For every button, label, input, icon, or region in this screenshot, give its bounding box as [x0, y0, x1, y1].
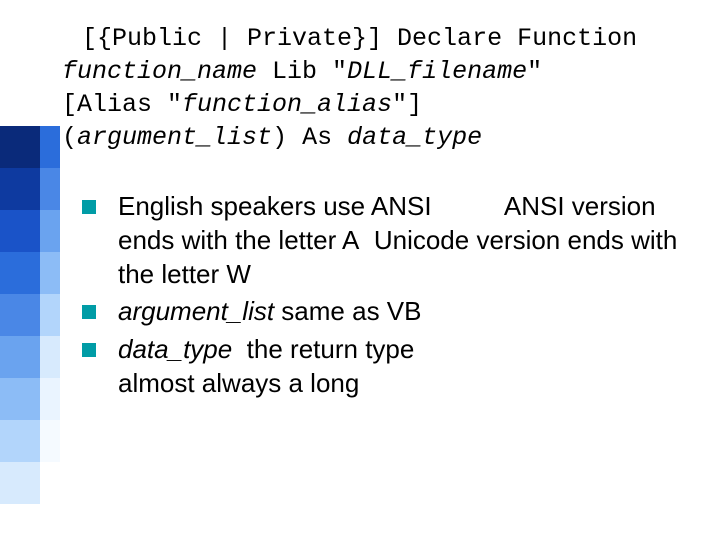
text: same as VB: [274, 296, 421, 326]
syntax-code-block: [{Public | Private}] Declare Function fu…: [82, 22, 692, 154]
code-text: "]: [392, 90, 422, 119]
code-text: Lib ": [257, 57, 347, 86]
stair-step: [0, 378, 60, 420]
stair-light: [40, 210, 60, 252]
text: the return type: [239, 334, 414, 364]
list-item-text: English speakers use ANSI ANSI version e…: [118, 190, 692, 291]
stair-dark: [0, 126, 40, 168]
code-line-3: [Alias "function_alias"]: [62, 88, 692, 121]
code-line-1: [{Public | Private}] Declare Function: [82, 22, 692, 55]
list-item-text: argument_list same as VB: [118, 295, 421, 329]
code-line-4: (argument_list) As data_type: [62, 121, 692, 154]
bullet-icon: [82, 200, 96, 214]
stair-step: [0, 420, 60, 462]
stair-step: [0, 252, 60, 294]
stair-light: [40, 378, 60, 420]
stair-light: [40, 294, 60, 336]
bullet-icon: [82, 343, 96, 357]
stair-step: [0, 210, 60, 252]
stair-light: [40, 336, 60, 378]
stair-step: [0, 336, 60, 378]
stair-dark: [0, 378, 40, 420]
code-text-italic: function_name: [62, 57, 257, 86]
stair-light: [40, 420, 60, 462]
stair-dark: [0, 210, 40, 252]
stair-step: [0, 126, 60, 168]
code-text: [{Public | Private}] Declare Function: [82, 24, 637, 53]
stair-step: [0, 168, 60, 210]
code-text: (: [62, 123, 77, 152]
list-item: data_type the return type almost always …: [82, 333, 692, 401]
stair-step: [0, 462, 60, 504]
stair-dark: [0, 168, 40, 210]
list-item-text: data_type the return type almost always …: [118, 333, 414, 401]
text-italic: data_type: [118, 334, 232, 364]
bullet-icon: [82, 305, 96, 319]
stair-dark: [0, 420, 40, 462]
stair-dark: [0, 252, 40, 294]
stair-dark: [0, 294, 40, 336]
list-item: English speakers use ANSI ANSI version e…: [82, 190, 692, 291]
slide: [{Public | Private}] Declare Function fu…: [0, 0, 720, 540]
text: almost always a long: [118, 368, 359, 398]
code-text-italic: data_type: [347, 123, 482, 152]
stair-dark: [0, 462, 40, 504]
code-line-2: function_name Lib "DLL_filename": [62, 55, 692, 88]
stair-light: [40, 126, 60, 168]
code-text: [Alias ": [62, 90, 182, 119]
stair-step: [0, 294, 60, 336]
stair-light: [40, 252, 60, 294]
code-text-italic: function_alias: [182, 90, 392, 119]
code-text: ": [527, 57, 542, 86]
code-text: ) As: [272, 123, 347, 152]
list-item: argument_list same as VB: [82, 295, 692, 329]
code-text-italic: argument_list: [77, 123, 272, 152]
text: English speakers use ANSI: [118, 191, 432, 221]
stair-dark: [0, 336, 40, 378]
stair-light: [40, 168, 60, 210]
sidebar-stairs: [0, 126, 60, 504]
code-text-italic: DLL_filename: [347, 57, 527, 86]
bullet-list: English speakers use ANSI ANSI version e…: [82, 190, 692, 405]
text-italic: argument_list: [118, 296, 274, 326]
stair-light: [40, 462, 60, 504]
